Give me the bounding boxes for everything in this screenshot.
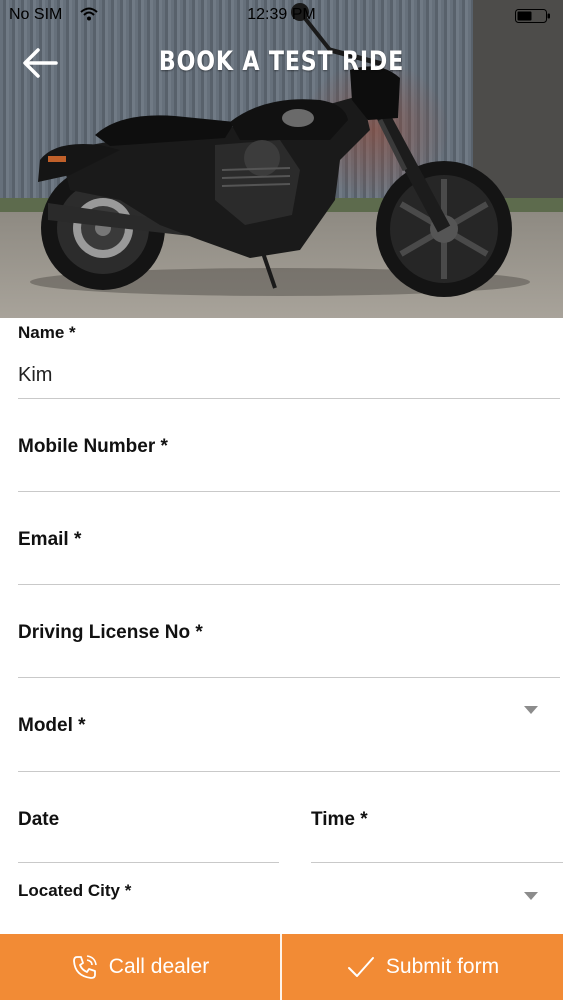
status-time: 12:39 PM [247, 6, 316, 23]
page-title: BOOK A TEST RIDE [158, 46, 405, 77]
call-dealer-label: Call dealer [108, 955, 210, 978]
phone-call-icon [72, 955, 97, 979]
located-city-label: Located City * [18, 881, 132, 900]
mobile-number-label: Mobile Number * [18, 436, 168, 457]
battery-icon [515, 9, 550, 23]
driving-license-field[interactable]: Driving License No * [18, 585, 560, 678]
bottom-action-bar: Call dealer Submit form [0, 934, 563, 1000]
name-input[interactable]: Kim [18, 364, 52, 387]
model-select[interactable]: Model * [18, 678, 560, 772]
checkmark-icon [347, 957, 374, 977]
date-label: Date [18, 809, 60, 830]
status-bar: No SIM 12:39 PM [0, 0, 563, 32]
name-label: Name * [18, 323, 76, 342]
email-field[interactable]: Email * [18, 492, 560, 585]
triangle-down-icon[interactable] [524, 892, 538, 900]
submit-form-button[interactable]: Submit form [282, 934, 563, 1000]
triangle-down-icon[interactable] [524, 706, 538, 714]
model-label: Model * [18, 715, 86, 736]
call-dealer-button[interactable]: Call dealer [0, 934, 280, 1000]
submit-form-label: Submit form [385, 955, 500, 978]
name-field[interactable]: Name * Kim [18, 320, 560, 399]
email-label: Email * [18, 529, 82, 550]
located-city-select[interactable]: Located City * [18, 863, 560, 933]
driving-license-label: Driving License No * [18, 622, 203, 643]
time-field[interactable]: Time * [311, 772, 563, 863]
date-field[interactable]: Date [18, 772, 279, 863]
mobile-number-field[interactable]: Mobile Number * [18, 399, 560, 492]
time-label: Time * [311, 809, 368, 830]
